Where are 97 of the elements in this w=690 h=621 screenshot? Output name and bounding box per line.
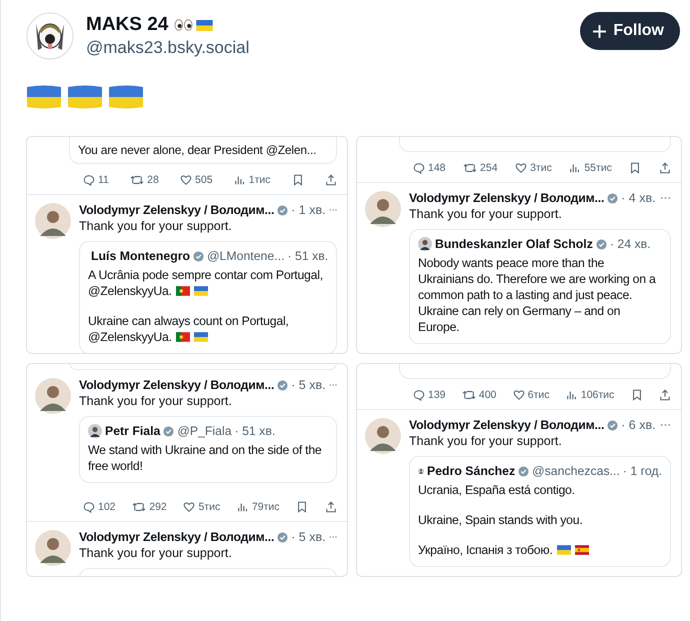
post-time: · 5 хв. <box>291 530 326 544</box>
flag-icon <box>108 84 144 110</box>
post-time: · 1 хв. <box>291 203 326 217</box>
quote-text: Ukraine can always count on Portugal, <box>88 313 290 329</box>
post-text: Thank you for your support. <box>79 546 233 560</box>
quote-card[interactable]: Luís Montenegro @LMontene... · 51 хв. A Ucrânia pode sempre contar com Portugal, @ZelenskyyUa. Ukraine can always count on Portugal, @ZelenskyyUa. <box>79 241 337 353</box>
like-count: 3тис <box>530 162 552 174</box>
like-count: 505 <box>195 174 213 186</box>
share-icon[interactable] <box>324 501 337 513</box>
more-icon[interactable] <box>328 208 337 212</box>
author-name[interactable]: Volodymyr Zelenskyy / Володим... <box>79 378 274 392</box>
flag-icon <box>67 84 103 110</box>
quote-card[interactable]: Pedro Sánchez @sanchezcas... · 1 год. Ucrania, España está contigo. Ukraine, Spain stands with you. Україно, Іспанія з тобою. <box>409 456 671 567</box>
quote-card[interactable]: Bundeskanzler Olaf Scholz · 24 хв. Nobody wants peace more than the Ukrainians do. Therefore we are working on a common path to a lasting and just peace. Ukraine can rely on Germany – and on Europe. <box>409 229 671 344</box>
views-count: 79тис <box>252 501 280 513</box>
author-handle: @sanchezcas... <box>532 464 620 478</box>
author-handle: @LMontene... <box>207 249 284 263</box>
share-icon[interactable] <box>659 389 671 401</box>
post-time: · 24 хв. <box>610 237 651 251</box>
reply-count: 102 <box>98 501 116 513</box>
post-time: · 4 хв. <box>621 191 656 205</box>
author-handle: @P_Fiala <box>177 424 232 438</box>
reply-icon[interactable] <box>83 501 95 513</box>
quote-text: @ZelenskyyUa. <box>88 329 172 345</box>
like-count: 5тис <box>198 501 220 513</box>
reply-icon[interactable] <box>413 389 425 401</box>
avatar <box>88 424 102 438</box>
views-icon[interactable] <box>236 501 249 513</box>
reply-count: 139 <box>428 389 446 401</box>
reply-icon[interactable] <box>413 162 425 174</box>
views-icon[interactable] <box>566 389 578 401</box>
post-time: · 51 хв. <box>288 249 328 263</box>
author-name[interactable]: Volodymyr Zelenskyy / Володим... <box>79 530 274 544</box>
views-count: 1тис <box>248 174 271 186</box>
quote-text: Ukraine, Spain stands with you. <box>418 512 582 528</box>
like-icon[interactable] <box>183 501 196 513</box>
post-text: Thank you for your support. <box>79 394 233 408</box>
post-time: · 1 год. <box>622 464 662 478</box>
like-icon[interactable] <box>180 174 192 186</box>
more-icon[interactable] <box>328 383 337 387</box>
author-name: Bundeskanzler Olaf Scholz <box>435 237 593 251</box>
repost-count: 292 <box>149 501 167 513</box>
post-text: Thank you for your support. <box>409 207 563 221</box>
author-name: Luís Montenegro <box>91 249 190 263</box>
repost-count: 400 <box>478 389 496 401</box>
bookmark-icon[interactable] <box>296 501 308 513</box>
eyes-icon <box>174 19 194 31</box>
author-name: Petr Fiala <box>105 424 160 438</box>
flag-icon <box>196 20 214 30</box>
bookmark-icon[interactable] <box>630 389 643 401</box>
quote-text: @ZelenskyyUa. <box>88 283 172 299</box>
views-icon[interactable] <box>569 162 582 174</box>
repost-icon[interactable] <box>463 162 478 174</box>
post-time: · 51 хв. <box>234 424 276 438</box>
like-icon[interactable] <box>512 389 525 401</box>
repost-count: 28 <box>147 174 159 186</box>
author-name[interactable]: Volodymyr Zelenskyy / Володим... <box>79 203 274 217</box>
share-icon[interactable] <box>324 174 337 186</box>
author-name[interactable]: Volodymyr Zelenskyy / Володим... <box>409 191 604 205</box>
repost-icon[interactable] <box>130 174 144 186</box>
like-count: 6тис <box>528 389 550 401</box>
share-icon[interactable] <box>658 162 671 174</box>
bookmark-icon[interactable] <box>629 162 642 174</box>
post-time: · 6 хв. <box>621 418 656 432</box>
more-icon[interactable] <box>328 535 337 539</box>
reply-count: 148 <box>428 162 446 174</box>
repost-icon[interactable] <box>132 501 146 513</box>
post-text: Thank you for your support. <box>79 219 233 233</box>
views-count: 106тис <box>580 389 614 401</box>
repost-icon[interactable] <box>462 389 476 401</box>
display-name: MAKS 24 <box>86 14 168 36</box>
quote-text: Україно, Іспанія з тобою. <box>418 542 553 558</box>
bookmark-icon[interactable] <box>292 174 304 186</box>
flag-icon <box>26 84 62 110</box>
reply-icon[interactable] <box>83 174 95 186</box>
quote-card[interactable]: Petr Fiala @P_Fiala · 51 хв. We stand with Ukraine and on the side of the free world! <box>79 416 337 483</box>
avatar <box>418 237 432 251</box>
plus-icon <box>592 24 608 38</box>
author-name[interactable]: Volodymyr Zelenskyy / Володим... <box>409 418 604 432</box>
like-icon[interactable] <box>515 162 528 174</box>
post-time: · 5 хв. <box>291 378 326 392</box>
post-text: Thank you for your support. <box>409 434 563 448</box>
views-icon[interactable] <box>234 174 246 186</box>
quote-text: A Ucrânia pode sempre contar com Portugal, <box>88 267 324 283</box>
profile-handle[interactable]: @maks23.bsky.social <box>86 38 568 58</box>
quote-text: You are never alone, dear President @Zelen... <box>78 143 316 157</box>
quote-text: We stand with Ukraine and on the side of the free world! <box>88 442 322 474</box>
repost-count: 254 <box>480 162 498 174</box>
reply-count: 11 <box>98 174 109 186</box>
follow-button[interactable]: Follow <box>580 12 680 50</box>
views-count: 55тис <box>584 162 612 174</box>
avatar[interactable] <box>26 12 74 60</box>
more-icon[interactable] <box>660 423 671 427</box>
quote-text: Ucrania, España está contigo. <box>418 482 575 498</box>
more-icon[interactable] <box>660 196 671 200</box>
author-name: Pedro Sánchez <box>427 464 516 478</box>
quote-text: Nobody wants peace more than the Ukrainians do. Therefore we are working on a common path to a lasting and just peace. Ukraine can rely on Germany – and on Europe. <box>418 255 657 335</box>
